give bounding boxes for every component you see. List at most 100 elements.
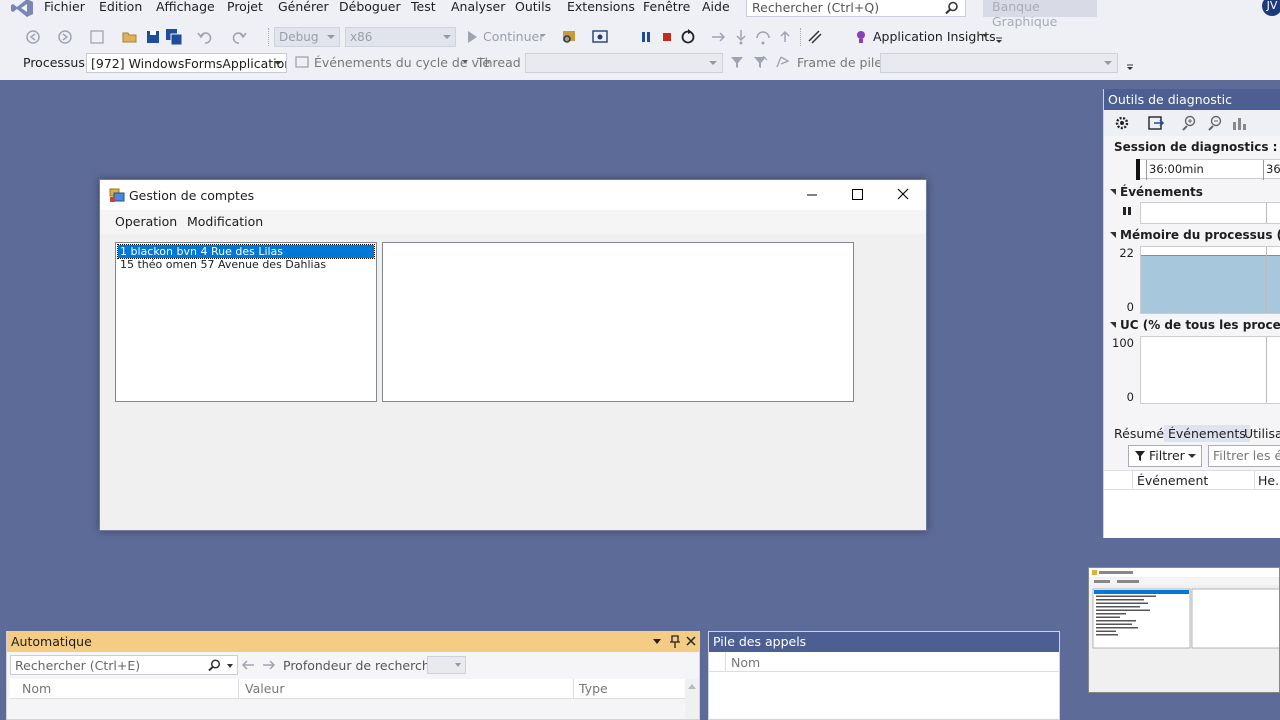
column-heure[interactable]: He...: [1258, 473, 1280, 488]
pause-events-icon[interactable]: [1122, 206, 1132, 216]
cpu-graph[interactable]: [1140, 336, 1280, 404]
zoom-out-icon[interactable]: [1205, 114, 1225, 132]
show-next-statement-icon[interactable]: [710, 28, 728, 46]
memory-section-header[interactable]: Mémoire du processus (Mo): [1110, 228, 1280, 242]
tab-evenements[interactable]: Événements: [1164, 425, 1250, 442]
toolbar-overflow-icon[interactable]: [1125, 59, 1135, 77]
step-into-icon[interactable]: [732, 28, 750, 46]
configuration-combo[interactable]: Debug: [274, 27, 340, 47]
toolbar-overflow-icon[interactable]: [994, 32, 1004, 50]
menu-extensions[interactable]: Extensions: [567, 0, 635, 16]
chevron-down-icon[interactable]: [227, 664, 233, 668]
timeline-ruler[interactable]: 36:00min 36:: [1136, 159, 1280, 180]
vertical-scrollbar[interactable]: [685, 679, 699, 719]
menu-aide[interactable]: Aide: [702, 0, 730, 16]
save-all-icon[interactable]: [165, 28, 183, 46]
menu-fenetre[interactable]: Fenêtre: [643, 0, 690, 16]
close-button[interactable]: [880, 180, 926, 210]
search-depth-combo[interactable]: [427, 656, 466, 674]
menu-generer[interactable]: Générer: [278, 0, 329, 16]
navigate-back-icon[interactable]: [24, 28, 42, 46]
menu-operation[interactable]: Operation: [115, 214, 177, 229]
minimize-button[interactable]: [789, 180, 835, 210]
flag-threads-icon[interactable]: [774, 53, 792, 71]
menu-fichier[interactable]: Fichier: [44, 0, 85, 16]
hot-reload-icon[interactable]: [806, 28, 824, 46]
undo-icon[interactable]: [196, 28, 214, 46]
filter-icon[interactable]: [728, 53, 746, 71]
search-back-icon[interactable]: [240, 658, 256, 672]
memory-graph[interactable]: [1140, 246, 1280, 314]
window-position-dropdown-icon[interactable]: [653, 639, 661, 644]
menu-projet[interactable]: Projet: [227, 0, 263, 16]
continue-button[interactable]: Continuer: [483, 29, 544, 44]
maximize-button[interactable]: [835, 180, 881, 210]
events-track[interactable]: [1140, 202, 1280, 224]
menu-outils[interactable]: Outils: [515, 0, 551, 16]
vs-search-input[interactable]: Rechercher (Ctrl+Q): [746, 0, 966, 17]
export-icon[interactable]: [1146, 114, 1166, 132]
window-title-bar[interactable]: Gestion de comptes: [100, 180, 926, 210]
account-detail-box[interactable]: [382, 242, 854, 402]
step-out-icon[interactable]: [776, 28, 794, 46]
column-evenement[interactable]: Événement: [1137, 473, 1208, 488]
cpu-section-header[interactable]: UC (% de tous les processeurs: [1110, 318, 1280, 332]
tab-utilisation[interactable]: Utilisat: [1240, 425, 1280, 442]
save-icon[interactable]: [144, 28, 162, 46]
account-list-item[interactable]: 15 théo omen 57 Avenue des Dahlias: [118, 258, 374, 271]
user-avatar[interactable]: JV: [1262, 0, 1280, 16]
step-over-icon[interactable]: [754, 28, 772, 46]
column-nom[interactable]: Nom: [731, 655, 760, 670]
stop-icon[interactable]: [658, 28, 676, 46]
zoom-in-icon[interactable]: [1179, 114, 1199, 132]
lifecycle-events-icon[interactable]: [293, 53, 311, 71]
process-combo[interactable]: [972] WindowsFormsApplication1.: [86, 53, 287, 73]
menu-edition[interactable]: Edition: [99, 0, 142, 16]
pause-icon[interactable]: [637, 28, 655, 46]
find-in-files-icon[interactable]: [560, 28, 578, 46]
chevron-down-icon[interactable]: [980, 30, 990, 48]
call-stack-title-bar[interactable]: Pile des appels: [709, 632, 1059, 652]
new-project-icon[interactable]: [88, 28, 106, 46]
menu-deboguer[interactable]: Déboguer: [339, 0, 401, 16]
redo-icon[interactable]: [230, 28, 248, 46]
events-section-header[interactable]: Événements: [1110, 185, 1203, 199]
autos-title-bar[interactable]: Automatique: [7, 632, 699, 652]
column-nom[interactable]: Nom: [22, 681, 51, 696]
chevron-down-icon[interactable]: [460, 58, 470, 76]
menu-modification[interactable]: Modification: [187, 214, 263, 229]
play-icon[interactable]: [463, 28, 481, 46]
pin-icon[interactable]: [669, 635, 681, 649]
menu-analyser[interactable]: Analyser: [451, 0, 505, 16]
close-panel-icon[interactable]: [685, 635, 697, 647]
search-forward-icon[interactable]: [261, 658, 277, 672]
filter-events-input[interactable]: Filtrer les évé: [1208, 445, 1280, 467]
column-type[interactable]: Type: [579, 681, 608, 696]
diagnostic-tools-title[interactable]: Outils de diagnostic: [1104, 89, 1280, 110]
menu-test[interactable]: Test: [411, 0, 436, 16]
thread-combo[interactable]: [525, 53, 723, 73]
clear-filter-icon[interactable]: [751, 53, 769, 71]
settings-gear-icon[interactable]: [1112, 114, 1132, 132]
reset-view-icon[interactable]: [1230, 114, 1250, 132]
column-valeur[interactable]: Valeur: [245, 681, 284, 696]
menu-affichage[interactable]: Affichage: [156, 0, 215, 16]
timeline-cursor[interactable]: [1136, 159, 1140, 180]
ruler-line: [1146, 160, 1147, 180]
autos-search-input[interactable]: Rechercher (Ctrl+E): [10, 655, 238, 675]
navigate-forward-icon[interactable]: [56, 28, 74, 46]
chevron-down-icon[interactable]: [538, 30, 548, 48]
accounts-listbox[interactable]: 1 blackon bvn 4 Rue des Lilas 15 théo om…: [115, 242, 377, 402]
open-folder-icon[interactable]: [121, 28, 139, 46]
browser-link-icon[interactable]: [591, 28, 609, 46]
window-preview-thumbnail[interactable]: [1088, 567, 1280, 693]
account-list-item[interactable]: 1 blackon bvn 4 Rue des Lilas: [117, 244, 375, 259]
restart-icon[interactable]: [679, 28, 697, 46]
filter-button[interactable]: Filtrer: [1128, 445, 1202, 467]
scroll-up-icon[interactable]: [688, 684, 696, 689]
stack-frame-combo[interactable]: [880, 53, 1118, 73]
memory-axis-max: 22: [1119, 246, 1134, 260]
tab-resume[interactable]: Résumé: [1110, 425, 1168, 442]
application-insights-button[interactable]: Application Insights: [873, 29, 996, 44]
platform-combo[interactable]: x86: [345, 27, 456, 47]
